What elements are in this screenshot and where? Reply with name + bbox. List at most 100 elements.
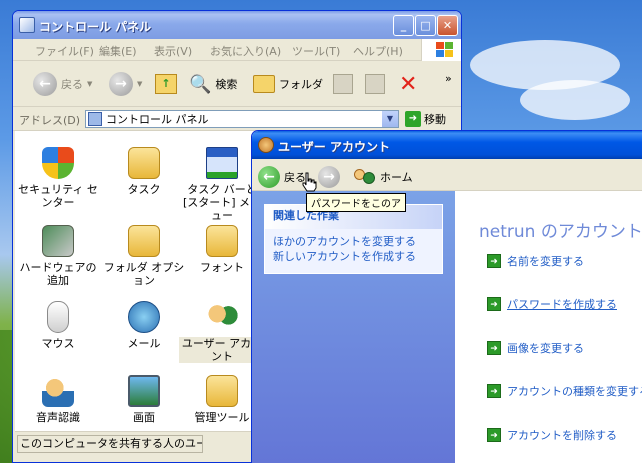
search-button[interactable]: 🔍 検索 [189,69,237,99]
user-accounts-title-icon [258,137,274,153]
action-change-picture[interactable]: ➜ 画像を変更する [487,340,584,356]
action-label: アカウントの種類を変更する [507,385,642,398]
control-panel-titlebar[interactable]: コントロール パネル _ □ ✕ [13,11,461,39]
green-arrow-icon: ➜ [487,428,501,442]
search-icon: 🔍 [189,73,212,95]
action-create-password[interactable]: ➜ パスワードを作成する [487,296,617,312]
forward-button[interactable]: → ▼ [109,69,142,99]
folders-label: フォルダ [279,78,323,91]
user-accounts-titlebar[interactable]: ユーザー アカウント [252,131,642,159]
back-button[interactable]: ← 戻る ▼ [33,69,92,99]
user-accounts-title: ユーザー アカウント [278,140,390,154]
toolbar-overflow-button[interactable]: » [445,63,452,93]
tasks-folder-icon [128,147,160,179]
speech-icon [42,375,74,407]
go-button[interactable]: ➜ 移動 [405,111,446,127]
task-pane: 関連した作業 ほかのアカウントを変更する 新しいアカウントを作成する [252,191,455,463]
cp-item-label: 音声認識 [36,411,80,424]
delete-button[interactable]: ✕ [399,69,417,99]
green-arrow-icon: ➜ [487,384,501,398]
go-label: 移動 [424,113,446,126]
windows-logo-icon [421,39,461,61]
up-folder-icon: ↑ [155,74,177,94]
menu-bar: ファイル(F) 編集(E) 表示(V) お気に入り(A) ツール(T) ヘルプ(… [13,39,461,61]
cp-item-label: タスク [127,183,161,196]
cp-item-display[interactable]: 画面 [101,375,187,424]
ua-back-button[interactable]: ← 戻る [258,162,306,192]
green-arrow-icon: ➜ [487,254,501,268]
hardware-icon [42,225,74,257]
cp-item-add-hardware[interactable]: ハードウェアの追加 [15,225,101,287]
folder-options-icon [128,225,160,257]
folders-icon [253,75,275,93]
action-label: パスワードを作成する [507,298,617,311]
taskbar-icon [206,147,238,179]
close-button[interactable]: ✕ [437,15,458,36]
green-arrow-icon: ➜ [487,341,501,355]
forward-arrow-icon: → [109,72,133,96]
mail-icon [128,301,160,333]
hand-cursor-icon [302,172,317,192]
menu-favorites[interactable]: お気に入り(A) [210,43,281,59]
menu-help[interactable]: ヘルプ(H) [353,43,403,59]
menu-view[interactable]: 表示(V) [154,43,192,59]
menu-tools[interactable]: ツール(T) [292,43,340,59]
address-input[interactable]: コントロール パネル ▼ [85,110,399,128]
address-dropdown-button[interactable]: ▼ [382,111,398,127]
menu-edit[interactable]: 編集(E) [99,43,137,59]
fonts-folder-icon [206,225,238,257]
action-label: 名前を変更する [507,255,584,268]
task-link-change-other-account[interactable]: ほかのアカウントを変更する [265,234,442,249]
forward-arrow-icon: → [318,166,340,188]
action-change-account-type[interactable]: ➜ アカウントの種類を変更する [487,383,642,399]
action-label: 画像を変更する [507,342,584,355]
back-label: 戻る [61,78,83,91]
cp-item-security-center[interactable]: セキュリティ センター [15,147,101,209]
ua-home-label: ホーム [380,171,413,184]
move-to-icon [333,74,353,94]
control-panel-icon [19,17,35,33]
back-arrow-icon: ← [258,166,280,188]
control-panel-small-icon [88,112,102,126]
up-folder-button[interactable]: ↑ [155,69,177,99]
task-link-create-account[interactable]: 新しいアカウントを作成する [265,249,442,264]
address-bar: アドレス(D) コントロール パネル ▼ ➜ 移動 [13,107,461,131]
action-change-name[interactable]: ➜ 名前を変更する [487,253,584,269]
home-users-icon [354,167,376,187]
shield-icon [42,147,74,179]
folders-button[interactable]: フォルダ [253,69,323,99]
cp-item-label: ハードウェアの追加 [19,261,97,287]
cp-item-label: マウス [41,337,75,350]
minimize-button[interactable]: _ [393,15,414,36]
cp-item-label: セキュリティ センター [18,183,98,209]
green-arrow-icon: ➜ [487,297,501,311]
action-label: アカウントを削除する [507,429,617,442]
cp-item-label: フォルダ オプション [103,261,185,287]
cp-item-tasks[interactable]: タスク [101,147,187,196]
address-value: コントロール パネル [106,113,209,126]
related-tasks-box: 関連した作業 ほかのアカウントを変更する 新しいアカウントを作成する [264,204,443,274]
user-accounts-body: 関連した作業 ほかのアカウントを変更する 新しいアカウントを作成する netru… [252,191,642,463]
double-chevron-icon: » [445,71,452,85]
ua-forward-button[interactable]: → [318,162,340,192]
move-to-button[interactable] [333,69,353,99]
tooltip: パスワードをこのア [306,193,406,212]
status-text: このコンピュータを共有する人のユーザー [17,435,203,453]
display-icon [128,375,160,407]
menu-file[interactable]: ファイル(F) [35,43,94,59]
copy-to-button[interactable] [365,69,385,99]
ua-home-button[interactable]: ホーム [354,162,413,192]
account-heading: netrun のアカウント( [479,222,642,242]
search-label: 検索 [215,78,238,91]
control-panel-title: コントロール パネル [39,20,152,34]
admin-tools-icon [206,375,238,407]
cp-item-speech[interactable]: 音声認識 [15,375,101,424]
maximize-button[interactable]: □ [415,15,436,36]
chevron-down-icon: ▼ [137,80,143,88]
address-label: アドレス(D) [19,114,81,127]
cp-item-folder-options[interactable]: フォルダ オプション [101,225,187,287]
cp-item-mouse[interactable]: マウス [15,301,101,350]
cp-item-mail[interactable]: メール [101,301,187,350]
chevron-down-icon: ▼ [87,80,93,88]
action-delete-account[interactable]: ➜ アカウントを削除する [487,427,617,443]
